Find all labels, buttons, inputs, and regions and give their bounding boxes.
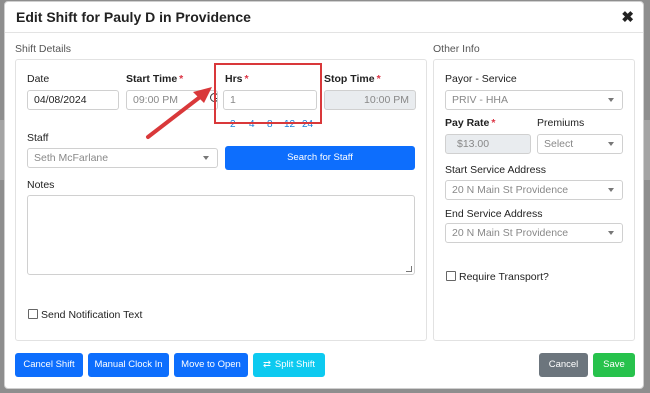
annotation-arrow-icon	[146, 87, 212, 139]
